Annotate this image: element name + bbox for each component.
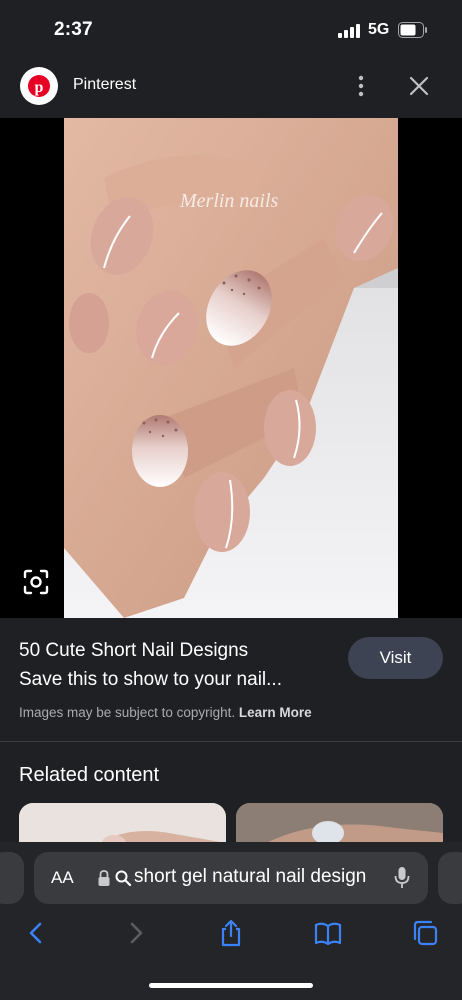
pin-title[interactable]: 50 Cute Short Nail Designs bbox=[19, 640, 248, 662]
forward-icon[interactable] bbox=[120, 918, 150, 948]
bookmarks-icon[interactable] bbox=[313, 918, 343, 948]
divider bbox=[0, 741, 462, 742]
pin-subtitle[interactable]: Save this to show to your nail... bbox=[19, 669, 282, 691]
lock-icon bbox=[98, 870, 110, 886]
site-name: Pinterest bbox=[73, 76, 137, 93]
copyright-text: Images may be subject to copyright. bbox=[19, 705, 236, 720]
battery-icon bbox=[398, 22, 427, 38]
tabs-icon[interactable] bbox=[410, 918, 440, 948]
reader-options-button[interactable]: AA bbox=[51, 868, 74, 888]
home-indicator[interactable] bbox=[149, 983, 313, 988]
page-header bbox=[0, 58, 462, 118]
search-icon bbox=[115, 870, 132, 887]
pinterest-logo-icon: p bbox=[28, 75, 50, 97]
more-options-icon[interactable] bbox=[352, 73, 370, 99]
signal-icon bbox=[338, 24, 360, 38]
copyright-note: Images may be subject to copyright. Lear… bbox=[19, 705, 312, 720]
back-icon[interactable] bbox=[22, 918, 52, 948]
close-icon[interactable] bbox=[406, 73, 432, 99]
microphone-icon[interactable] bbox=[393, 866, 411, 890]
learn-more-link[interactable]: Learn More bbox=[239, 705, 312, 720]
pinterest-logo: p bbox=[20, 67, 58, 105]
image-watermark: Merlin nails bbox=[180, 190, 279, 212]
visit-button[interactable]: Visit bbox=[348, 637, 443, 679]
svg-text:p: p bbox=[35, 79, 44, 96]
status-time: 2:37 bbox=[54, 19, 93, 40]
visual-search-icon[interactable] bbox=[22, 568, 50, 596]
related-heading: Related content bbox=[19, 764, 160, 786]
next-tab-preview[interactable] bbox=[438, 852, 462, 904]
previous-tab-preview[interactable] bbox=[0, 852, 24, 904]
share-icon[interactable] bbox=[216, 918, 246, 948]
network-type: 5G bbox=[368, 21, 390, 38]
url-text[interactable]: short gel natural nail design bbox=[134, 866, 376, 888]
